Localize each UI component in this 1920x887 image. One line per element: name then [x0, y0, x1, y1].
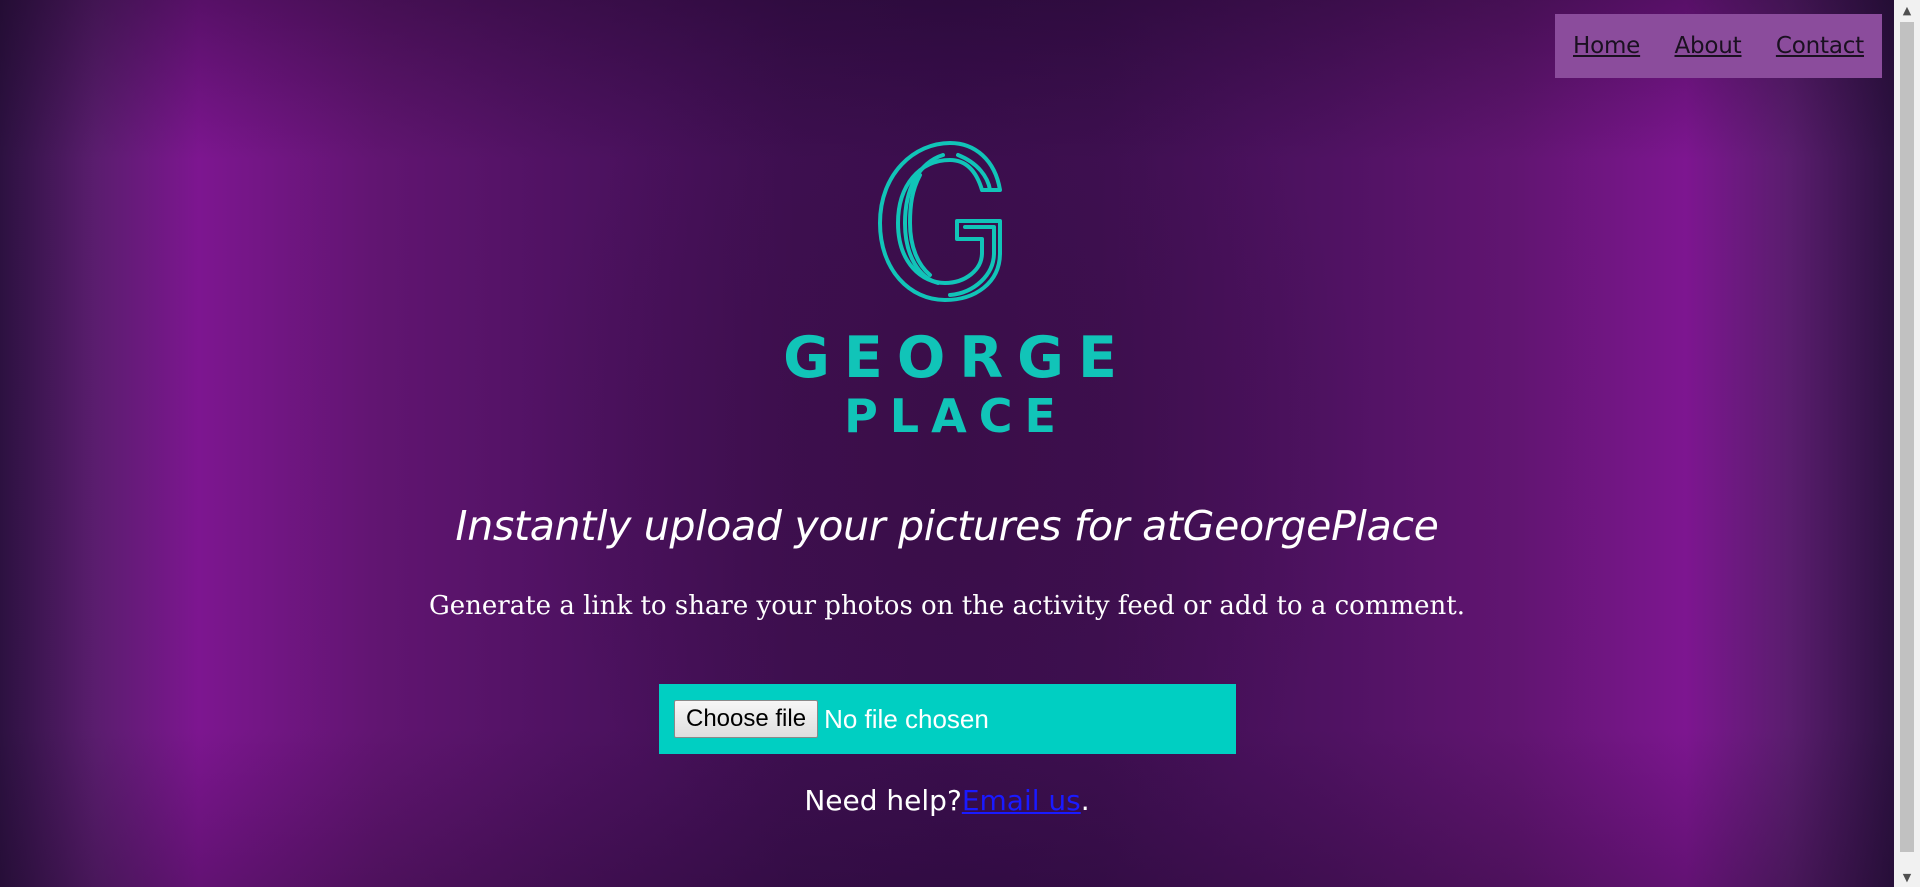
email-us-link[interactable]: Email us [962, 784, 1081, 817]
help-prefix: Need help? [804, 784, 962, 817]
page-background: Home About Contact GEORGE PLACE Instantl… [0, 0, 1894, 887]
george-place-logo: GEORGE PLACE [760, 135, 1140, 445]
help-text: Need help?Email us. [0, 784, 1894, 817]
scrollbar-thumb[interactable] [1900, 22, 1914, 852]
top-nav: Home About Contact [1555, 14, 1882, 78]
g-monogram-icon [878, 141, 1002, 302]
help-suffix: . [1080, 784, 1090, 817]
scroll-up-arrow-icon[interactable]: ▲ [1894, 0, 1920, 20]
vertical-scrollbar[interactable]: ▲ ▼ [1894, 0, 1920, 887]
nav-link-home[interactable]: Home [1573, 33, 1640, 59]
file-upload-box: Choose file No file chosen [659, 684, 1236, 754]
logo-word-place: PLACE [844, 389, 1068, 443]
nav-link-about[interactable]: About [1675, 33, 1742, 59]
page-headline: Instantly upload your pictures for atGeo… [455, 502, 1439, 550]
scroll-down-arrow-icon[interactable]: ▼ [1894, 867, 1920, 887]
logo-word-george: GEORGE [783, 325, 1131, 391]
choose-file-button[interactable]: Choose file [674, 700, 819, 738]
page-subheadline: Generate a link to share your photos on … [429, 591, 1465, 621]
file-status-text: No file chosen [824, 703, 989, 734]
nav-link-contact[interactable]: Contact [1776, 33, 1864, 59]
